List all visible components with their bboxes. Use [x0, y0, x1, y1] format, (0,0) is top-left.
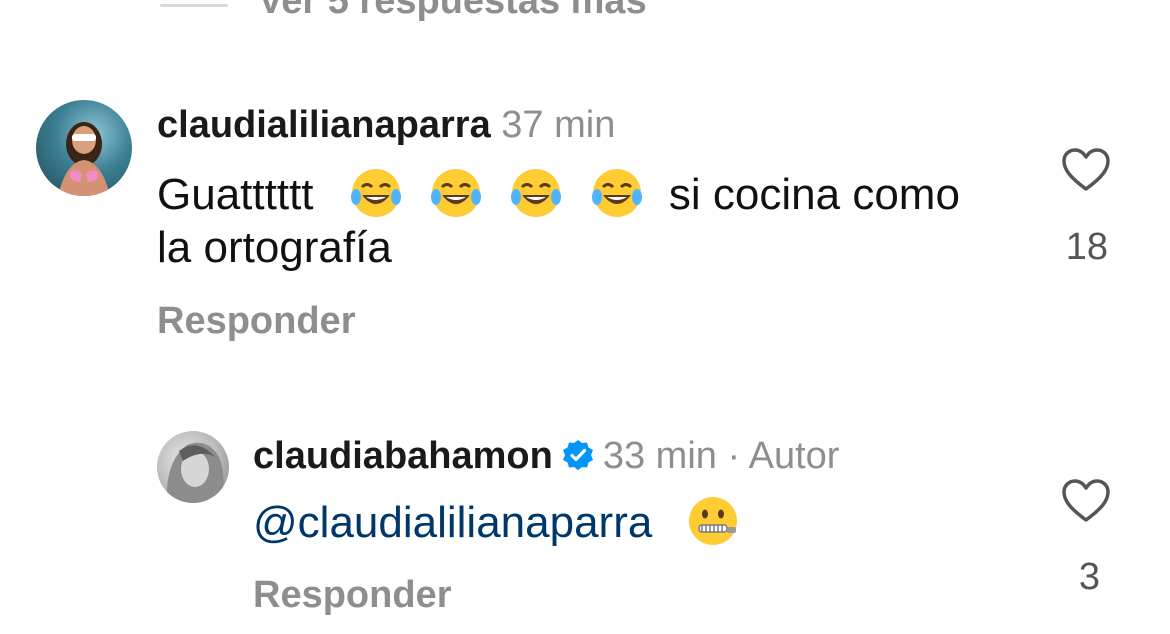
comment-text: @claudialilianaparra	[253, 493, 753, 549]
like-button[interactable]	[1061, 478, 1111, 524]
avatar[interactable]	[36, 100, 132, 196]
heart-outline-icon	[1062, 479, 1110, 522]
heart-outline-icon	[1062, 148, 1110, 191]
like-button[interactable]	[1061, 147, 1111, 193]
avatar-photo	[58, 122, 110, 196]
comment-text-suffix: si cocina como	[668, 170, 960, 219]
zipper-mouth-face-emoji	[688, 497, 737, 545]
reply-button[interactable]: Responder	[157, 300, 355, 343]
verified-badge-icon	[562, 440, 593, 470]
author-label: Autor	[748, 435, 840, 477]
comment-header: claudiabahamon 33 min · Autor	[253, 436, 839, 476]
face-with-tears-of-joy-emoji	[431, 169, 482, 217]
face-with-tears-of-joy-emoji	[591, 169, 642, 217]
reply-button[interactable]: Responder	[253, 574, 451, 617]
avatar-photo	[166, 442, 224, 503]
comment-text-prefix: Guatttttt	[157, 170, 314, 219]
face-with-tears-of-joy-emoji	[511, 169, 562, 217]
emoji-group	[348, 169, 669, 219]
view-more-replies-link[interactable]: Ver 5 respuestas más	[258, 0, 647, 23]
mention-link[interactable]: @claudialilianaparra	[253, 498, 652, 547]
like-count: 3	[1078, 556, 1100, 598]
comment-time: 37 min	[501, 104, 616, 146]
comment-text-line2: la ortografía	[157, 223, 392, 272]
separator-dot: ·	[727, 435, 741, 477]
like-count: 18	[1065, 226, 1108, 268]
comment-header: claudialilianaparra 37 min	[157, 105, 615, 145]
comment-text: Guatttttt si cocina como	[157, 165, 960, 221]
reply-thread-line	[160, 4, 228, 7]
comment-time: 33 min	[602, 435, 717, 477]
comment-username[interactable]: claudialilianaparra	[157, 104, 491, 146]
comment-username[interactable]: claudiabahamon	[253, 435, 553, 477]
avatar[interactable]	[157, 431, 229, 503]
face-with-tears-of-joy-emoji	[350, 169, 401, 217]
